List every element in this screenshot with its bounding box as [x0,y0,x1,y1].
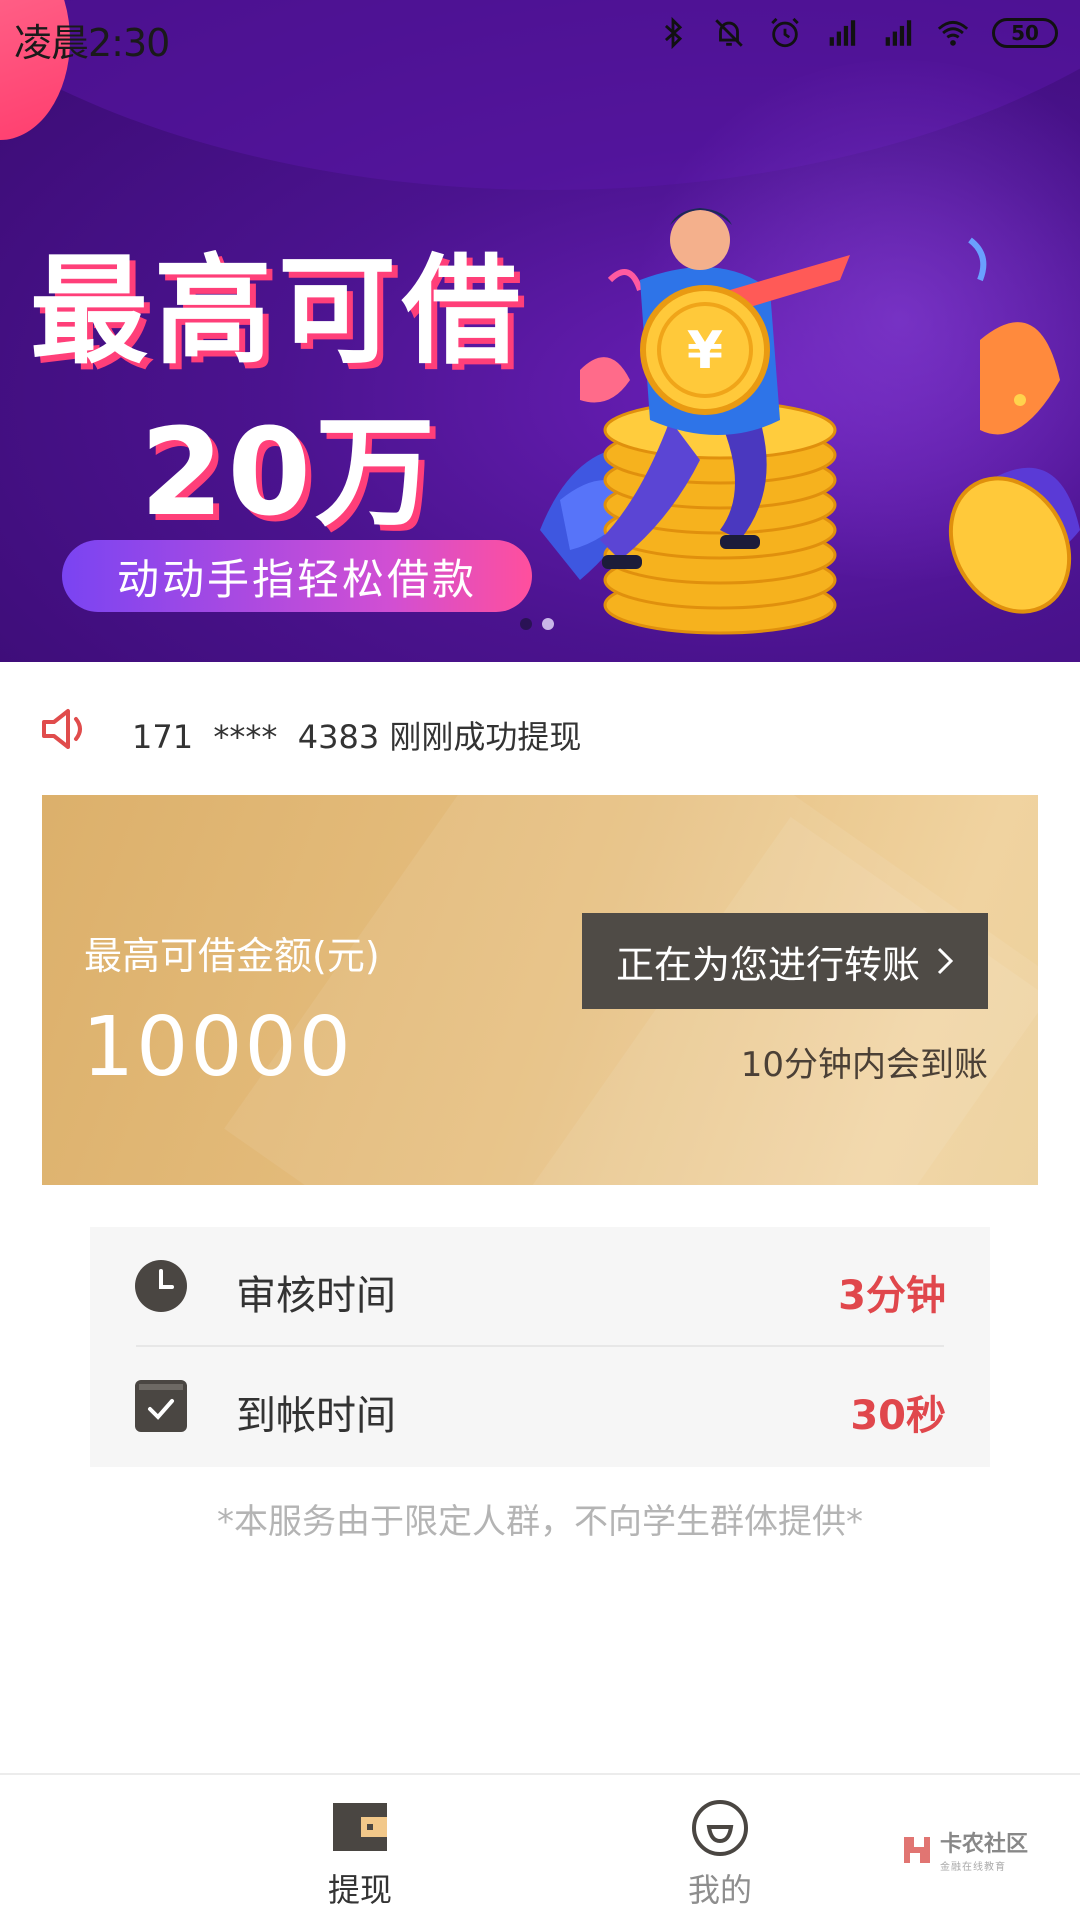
speaker-icon [42,709,82,749]
nav-label-mine: 我的 [687,1871,752,1909]
battery-indicator: 50 [992,18,1058,48]
chevron-right-icon [937,947,954,975]
status-bar: 凌晨2:30 50 [0,0,1080,66]
alarm-icon [771,17,799,48]
coin-character-illustration: ¥ [540,208,1080,635]
watermark-subtitle: 金融在线教育 [940,1862,1006,1873]
notice-text: 171 **** 4383 刚刚成功提现 [132,712,581,758]
carousel-dot[interactable] [542,618,554,630]
notice-message: 刚刚成功提现 [389,718,582,756]
status-time: 凌晨2:30 [14,21,170,65]
arrival-time-value: 30秒 [850,1393,946,1439]
arrival-time-row: 到帐时间 30秒 [90,1347,990,1465]
transfer-button-label: 正在为您进行转账 [615,944,920,987]
app-screen: ¥ 凌晨2:30 50 最高可借 20万 动动手指轻松借款 171 **** 4… [0,0,1080,1920]
watermark: 卡农社区 金融在线教育 [900,1826,1028,1873]
review-time-value: 3分钟 [838,1273,946,1319]
nav-tab-withdraw[interactable]: 提现 [280,1799,440,1911]
max-amount-label: 最高可借金额(元) [84,934,380,978]
profile-face-icon [692,1800,748,1856]
status-icons: 50 [656,16,1058,50]
nav-label-withdraw: 提现 [327,1871,392,1909]
banner-title: 最高可借 [30,242,527,380]
watermark-logo-icon [904,1836,930,1863]
withdraw-notice-bar: 171 **** 4383 刚刚成功提现 [0,662,1080,798]
hd-signal-icon [829,20,856,46]
review-time-row: 审核时间 3分钟 [90,1227,990,1345]
watermark-text: 卡农社区 金融在线教育 [940,1826,1028,1873]
carousel-indicator[interactable] [520,618,554,630]
timing-info-panel: 审核时间 3分钟 到帐时间 30秒 [90,1227,990,1467]
signal-icon [885,20,912,46]
transfer-status-button[interactable]: 正在为您进行转账 [582,913,988,1009]
arrival-time-label: 到帐时间 [236,1393,396,1439]
promo-banner[interactable]: ¥ 凌晨2:30 50 最高可借 20万 动动手指轻松借款 [0,0,1080,662]
banner-slogan-pill: 动动手指轻松借款 [62,540,532,612]
carousel-dot-active[interactable] [520,618,532,630]
notice-phone-suffix: 4383 [297,718,380,756]
loan-amount-card: 最高可借金额(元) 10000 正在为您进行转账 10分钟内会到账 [42,795,1038,1185]
max-amount-value: 10000 [82,1000,353,1095]
watermark-title: 卡农社区 [940,1832,1029,1857]
bluetooth-icon [664,16,683,50]
arrival-note: 10分钟内会到账 [740,1045,988,1085]
wifi-icon [937,20,969,46]
notice-phone-prefix: 171 [132,718,194,756]
svg-text:¥: ¥ [687,321,723,381]
mute-bell-icon [715,19,743,47]
nav-tab-mine[interactable]: 我的 [640,1799,800,1911]
notice-phone-mask: **** [213,718,278,756]
check-calendar-icon [135,1380,187,1432]
service-disclaimer: *本服务由于限定人群，不向学生群体提供* [217,1502,863,1542]
review-time-label: 审核时间 [236,1273,396,1319]
clock-icon [135,1260,187,1312]
wallet-icon [333,1803,387,1851]
banner-amount: 20万 [140,404,439,543]
